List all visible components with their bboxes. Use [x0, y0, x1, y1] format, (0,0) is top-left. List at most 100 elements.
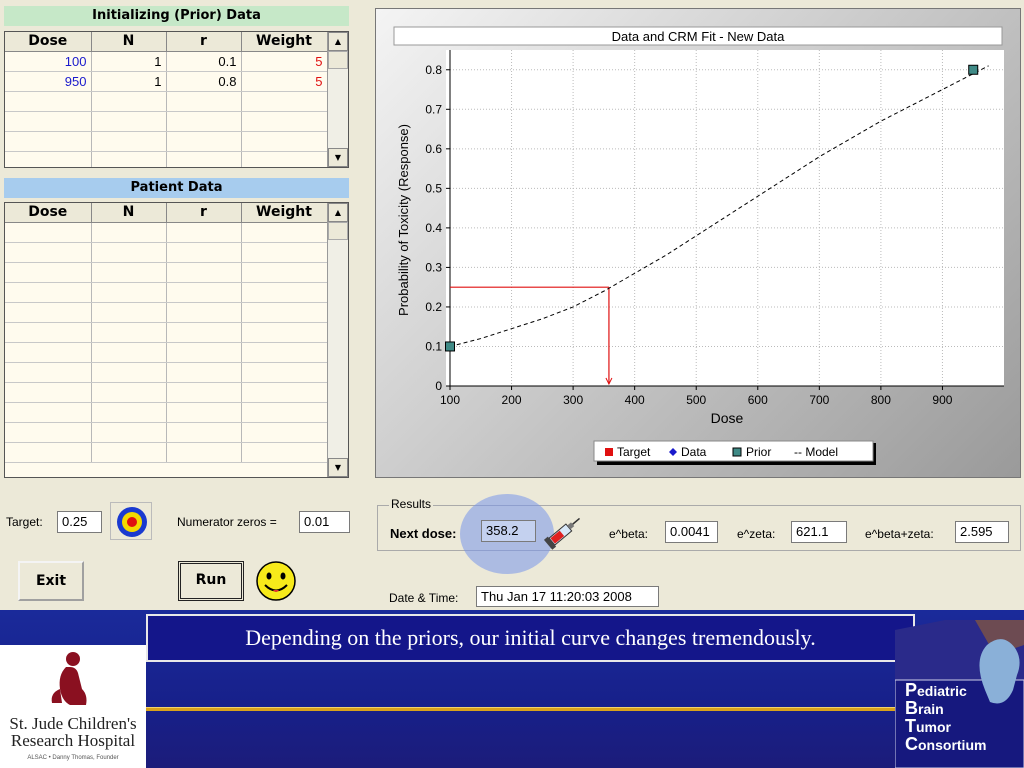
- target-input[interactable]: 0.25: [57, 511, 102, 533]
- prior-data-grid[interactable]: Dose N r Weight 100 1 0.1 5 950 1 0.8 5: [4, 31, 349, 168]
- empty-cell[interactable]: [241, 442, 328, 463]
- empty-cell[interactable]: [91, 131, 167, 152]
- empty-cell[interactable]: [166, 362, 242, 383]
- cell-dose[interactable]: 950: [5, 71, 92, 92]
- run-button[interactable]: Run: [178, 561, 244, 601]
- empty-cell[interactable]: [241, 422, 328, 443]
- empty-cell[interactable]: [241, 91, 328, 112]
- empty-cell[interactable]: [5, 422, 92, 443]
- empty-cell[interactable]: [91, 222, 167, 243]
- empty-cell[interactable]: [241, 242, 328, 263]
- empty-cell[interactable]: [5, 282, 92, 303]
- empty-cell[interactable]: [91, 282, 167, 303]
- cell-r[interactable]: 0.8: [166, 71, 242, 92]
- table-row[interactable]: [5, 222, 328, 243]
- prior-table-scrollbar[interactable]: ▲ ▼: [327, 32, 348, 167]
- empty-cell[interactable]: [166, 302, 242, 323]
- scroll-thumb[interactable]: [328, 51, 348, 69]
- empty-cell[interactable]: [166, 151, 242, 167]
- empty-cell[interactable]: [91, 422, 167, 443]
- empty-cell[interactable]: [241, 151, 328, 167]
- ebeta-field[interactable]: 0.0041: [665, 521, 718, 543]
- table-row[interactable]: [5, 402, 328, 423]
- cell-n[interactable]: 1: [91, 51, 167, 72]
- empty-cell[interactable]: [91, 322, 167, 343]
- empty-cell[interactable]: [5, 111, 92, 132]
- empty-cell[interactable]: [166, 342, 242, 363]
- cell-n[interactable]: 1: [91, 71, 167, 92]
- column-header-weight[interactable]: Weight: [241, 203, 328, 223]
- empty-cell[interactable]: [5, 222, 92, 243]
- table-row[interactable]: [5, 422, 328, 443]
- table-row[interactable]: [5, 91, 328, 112]
- empty-cell[interactable]: [166, 422, 242, 443]
- empty-cell[interactable]: [166, 402, 242, 423]
- empty-cell[interactable]: [166, 111, 242, 132]
- table-row[interactable]: [5, 382, 328, 403]
- empty-cell[interactable]: [91, 151, 167, 167]
- next-dose-field[interactable]: 358.2: [481, 520, 536, 542]
- patient-data-grid[interactable]: Dose N r Weight ▲ ▼: [4, 202, 349, 478]
- empty-cell[interactable]: [241, 382, 328, 403]
- empty-cell[interactable]: [241, 362, 328, 383]
- table-row[interactable]: [5, 342, 328, 363]
- column-header-r[interactable]: r: [166, 32, 242, 52]
- table-row[interactable]: 100 1 0.1 5: [5, 51, 328, 72]
- empty-cell[interactable]: [166, 282, 242, 303]
- empty-cell[interactable]: [5, 442, 92, 463]
- ezeta-field[interactable]: 621.1: [791, 521, 847, 543]
- empty-cell[interactable]: [5, 91, 92, 112]
- empty-cell[interactable]: [91, 91, 167, 112]
- column-header-dose[interactable]: Dose: [5, 32, 92, 52]
- empty-cell[interactable]: [241, 111, 328, 132]
- empty-cell[interactable]: [241, 342, 328, 363]
- empty-cell[interactable]: [241, 282, 328, 303]
- empty-cell[interactable]: [5, 262, 92, 283]
- empty-cell[interactable]: [166, 262, 242, 283]
- empty-cell[interactable]: [5, 242, 92, 263]
- empty-cell[interactable]: [5, 362, 92, 383]
- empty-cell[interactable]: [166, 382, 242, 403]
- table-row[interactable]: [5, 242, 328, 263]
- scroll-up-icon[interactable]: ▲: [328, 203, 348, 222]
- empty-cell[interactable]: [91, 242, 167, 263]
- empty-cell[interactable]: [5, 151, 92, 167]
- syringe-icon[interactable]: [541, 514, 585, 552]
- exit-button[interactable]: Exit: [18, 561, 84, 601]
- empty-cell[interactable]: [241, 262, 328, 283]
- empty-cell[interactable]: [5, 322, 92, 343]
- scroll-down-icon[interactable]: ▼: [328, 148, 348, 167]
- empty-cell[interactable]: [91, 342, 167, 363]
- empty-cell[interactable]: [91, 111, 167, 132]
- table-row[interactable]: [5, 442, 328, 463]
- empty-cell[interactable]: [91, 302, 167, 323]
- column-header-weight[interactable]: Weight: [241, 32, 328, 52]
- numerator-zeros-input[interactable]: 0.01: [299, 511, 350, 533]
- empty-cell[interactable]: [166, 442, 242, 463]
- empty-cell[interactable]: [166, 131, 242, 152]
- table-row[interactable]: [5, 111, 328, 132]
- column-header-dose[interactable]: Dose: [5, 203, 92, 223]
- column-header-n[interactable]: N: [91, 32, 167, 52]
- empty-cell[interactable]: [5, 382, 92, 403]
- empty-cell[interactable]: [166, 91, 242, 112]
- empty-cell[interactable]: [241, 402, 328, 423]
- table-row[interactable]: [5, 151, 328, 167]
- table-row[interactable]: [5, 362, 328, 383]
- empty-cell[interactable]: [91, 262, 167, 283]
- table-row[interactable]: [5, 322, 328, 343]
- scroll-down-icon[interactable]: ▼: [328, 458, 348, 477]
- cell-weight[interactable]: 5: [241, 51, 328, 72]
- smiley-face-icon[interactable]: [254, 560, 298, 602]
- cell-weight[interactable]: 5: [241, 71, 328, 92]
- bullseye-icon[interactable]: [110, 502, 152, 540]
- column-header-r[interactable]: r: [166, 203, 242, 223]
- empty-cell[interactable]: [91, 382, 167, 403]
- cell-dose[interactable]: 100: [5, 51, 92, 72]
- empty-cell[interactable]: [91, 442, 167, 463]
- empty-cell[interactable]: [5, 131, 92, 152]
- scroll-up-icon[interactable]: ▲: [328, 32, 348, 51]
- empty-cell[interactable]: [241, 302, 328, 323]
- empty-cell[interactable]: [5, 342, 92, 363]
- table-row[interactable]: [5, 131, 328, 152]
